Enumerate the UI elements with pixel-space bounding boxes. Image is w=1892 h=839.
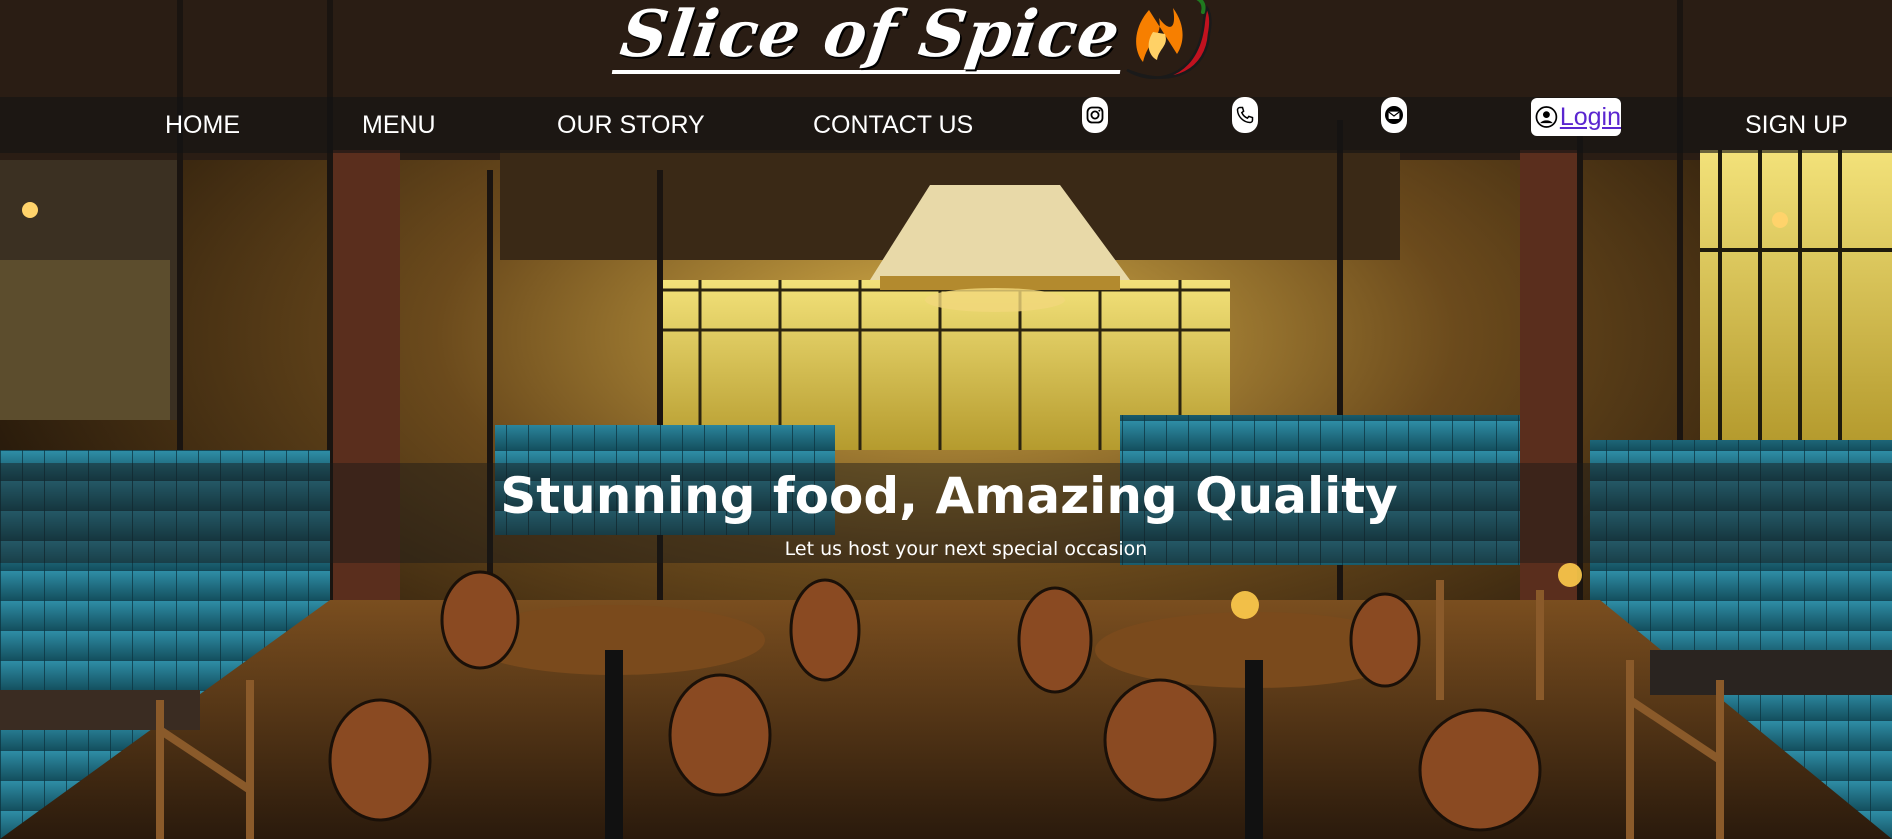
- chili-flame-icon: [1126, 0, 1212, 79]
- logo-text: Slice of Spice: [611, 0, 1131, 74]
- nav-home-link[interactable]: HOME: [165, 97, 240, 153]
- hero-subtitle: Let us host your next special occasion: [784, 538, 1148, 560]
- nav-menu-link[interactable]: MENU: [362, 97, 436, 153]
- hero-title: Stunning food, Amazing Quality: [500, 467, 1398, 525]
- instagram-icon[interactable]: [1082, 97, 1108, 133]
- user-icon: [1535, 106, 1558, 128]
- nav-sign-up-link[interactable]: SIGN UP: [1745, 97, 1848, 153]
- nav-contact-us-link[interactable]: CONTACT US: [813, 97, 973, 153]
- site-logo[interactable]: Slice of Spice: [0, 0, 1892, 100]
- login-link[interactable]: Login: [1560, 103, 1621, 132]
- mail-icon[interactable]: [1381, 97, 1407, 133]
- nav-our-story-link[interactable]: OUR STORY: [557, 97, 705, 153]
- phone-icon[interactable]: [1232, 97, 1258, 133]
- login-button[interactable]: Login: [1531, 98, 1621, 136]
